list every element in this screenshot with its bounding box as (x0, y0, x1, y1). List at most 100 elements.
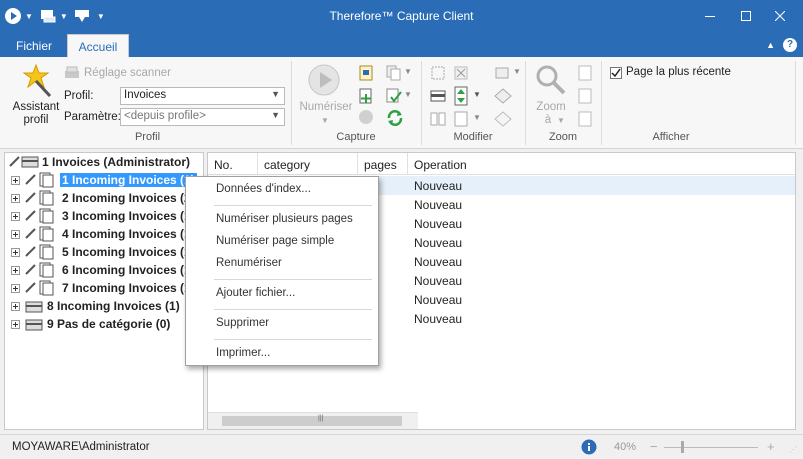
table-cell-operation: Nouveau (414, 293, 463, 307)
pencil-icon (25, 174, 36, 185)
chevron-down-icon[interactable]: ▼ (404, 90, 412, 99)
tab-fichier[interactable]: Fichier (6, 34, 62, 57)
menu-item-supprimer[interactable]: Supprimer (216, 317, 269, 329)
chevron-down-icon[interactable]: ▼ (473, 90, 481, 99)
fill-icon[interactable] (494, 111, 512, 127)
copy-pages-icon[interactable] (386, 65, 402, 81)
tree-item-label: 8 Incoming Invoices (1) (47, 299, 180, 313)
column-header-pages[interactable]: pages (358, 153, 408, 175)
main-area: 1 Invoices (Administrator) 1 Incoming In… (0, 149, 803, 434)
tab-accueil[interactable]: Accueil (67, 34, 129, 57)
menu-item-donnees-index[interactable]: Données d'index... (216, 183, 311, 195)
add-page-icon[interactable] (358, 88, 374, 104)
page-plus-recente-checkbox[interactable] (610, 67, 622, 79)
menu-item-imprimer[interactable]: Imprimer... (216, 347, 270, 359)
title-bar: ▼ ▼ ▼ Therefore™ Capture Client (0, 0, 803, 32)
context-menu: Données d'index... Numériser plusieurs p… (185, 176, 379, 366)
minimize-button[interactable] (693, 0, 727, 32)
group-label-modifier: Modifier (453, 131, 493, 143)
refresh-icon[interactable] (386, 109, 404, 127)
zoom-slider-thumb[interactable] (681, 441, 684, 453)
actual-size-icon[interactable] (578, 65, 592, 81)
order-icon[interactable] (453, 111, 469, 127)
chevron-down-icon[interactable]: ▼ (404, 67, 412, 76)
stop-icon[interactable] (358, 109, 374, 125)
wizard-wand-icon[interactable] (20, 63, 52, 97)
chevron-down-icon[interactable]: ▼ (557, 116, 565, 125)
column-header-category[interactable]: category (258, 153, 358, 175)
fit-page-icon[interactable] (578, 88, 592, 104)
table-cell-operation: Nouveau (414, 255, 463, 269)
tree-item-label: 3 Incoming Invoices (1 (62, 209, 191, 223)
expand-icon[interactable] (11, 194, 20, 203)
grip-icon: ||| (318, 415, 324, 422)
menu-item-numeriser-plusieurs-pages[interactable]: Numériser plusieurs pages (216, 213, 353, 225)
expand-icon[interactable] (11, 302, 20, 311)
expand-icon[interactable] (11, 320, 20, 329)
assistant-profil-button[interactable]: Assistant profil (10, 101, 62, 127)
column-header-no[interactable]: No. (208, 153, 258, 175)
group-label-profil: Profil (134, 131, 161, 143)
document-icon (39, 262, 54, 278)
rotate-icon[interactable] (494, 65, 514, 81)
chevron-down-icon[interactable]: ▼ (321, 116, 329, 125)
group-label-capture: Capture (336, 131, 376, 143)
ribbon-tabs: Fichier Accueil ▲ ? (0, 32, 803, 57)
reglage-scanner-button[interactable]: Réglage scanner (84, 67, 171, 79)
menu-item-numeriser-page-simple[interactable]: Numériser page simple (216, 235, 334, 247)
fit-width-icon[interactable] (578, 111, 592, 127)
category-icon (25, 319, 43, 331)
expand-icon[interactable] (11, 212, 20, 221)
split-icon[interactable] (430, 111, 446, 127)
batch-tree[interactable]: 1 Invoices (Administrator) 1 Incoming In… (4, 152, 204, 430)
expand-icon[interactable] (11, 284, 20, 293)
document-icon (39, 226, 54, 242)
info-icon[interactable] (581, 439, 597, 455)
tree-item-label: 6 Incoming Invoices (1 (62, 263, 191, 277)
menu-item-renumeriser[interactable]: Renumériser (216, 257, 282, 269)
expand-icon[interactable] (11, 248, 20, 257)
pencil-icon (25, 228, 36, 239)
scrollbar-thumb[interactable] (222, 416, 402, 426)
zoom-out-icon[interactable]: − (650, 439, 658, 454)
crop-icon[interactable] (430, 65, 446, 81)
document-icon (39, 208, 54, 224)
chevron-down-icon[interactable]: ▼ (473, 113, 481, 122)
column-header-operation[interactable]: Operation (408, 153, 795, 175)
help-icon[interactable]: ? (783, 38, 797, 52)
numeriser-button[interactable]: Numériser (297, 101, 355, 113)
expand-icon[interactable] (11, 266, 20, 275)
zoom-icon[interactable] (534, 63, 566, 95)
menu-item-ajouter-fichier[interactable]: Ajouter fichier... (216, 287, 295, 299)
close-icon (775, 11, 785, 21)
zoom-slider[interactable] (664, 447, 758, 448)
check-page-icon[interactable] (386, 88, 402, 104)
parametre-select[interactable]: <depuis profile> ▼ (120, 108, 285, 126)
scanner-settings-icon (65, 66, 79, 78)
chevron-down-icon[interactable]: ▼ (513, 67, 521, 76)
resize-grip-icon[interactable]: ⋰ (789, 445, 797, 454)
menu-separator (214, 279, 372, 280)
pencil-icon (25, 282, 36, 293)
maximize-button[interactable] (729, 0, 763, 32)
status-user: MOYAWARE\Administrator (12, 441, 150, 453)
horizontal-scrollbar[interactable]: ||| (208, 412, 418, 429)
maximize-icon (741, 11, 751, 21)
expand-icon[interactable] (11, 230, 20, 239)
profil-select[interactable]: Invoices ▼ (120, 87, 285, 105)
numeriser-play-icon[interactable] (307, 63, 341, 97)
category-icon (25, 301, 43, 313)
delete-page-icon[interactable] (453, 65, 469, 81)
eraser-icon[interactable] (494, 88, 512, 104)
move-page-icon[interactable] (453, 86, 469, 106)
close-button[interactable] (763, 0, 797, 32)
index-doc-icon[interactable] (358, 65, 374, 81)
page-layout-icon[interactable] (430, 88, 446, 104)
tree-item-label: 7 Incoming Invoices (1 (62, 281, 191, 295)
expand-icon[interactable] (11, 176, 20, 185)
zoom-button[interactable]: Zoom (528, 101, 574, 113)
zoom-in-icon[interactable]: + (767, 439, 775, 454)
tree-item-label: 1 Incoming Invoices (1) (60, 173, 197, 187)
collapse-ribbon-icon[interactable]: ▲ (766, 40, 775, 50)
parametre-value: <depuis profile> (124, 110, 206, 122)
